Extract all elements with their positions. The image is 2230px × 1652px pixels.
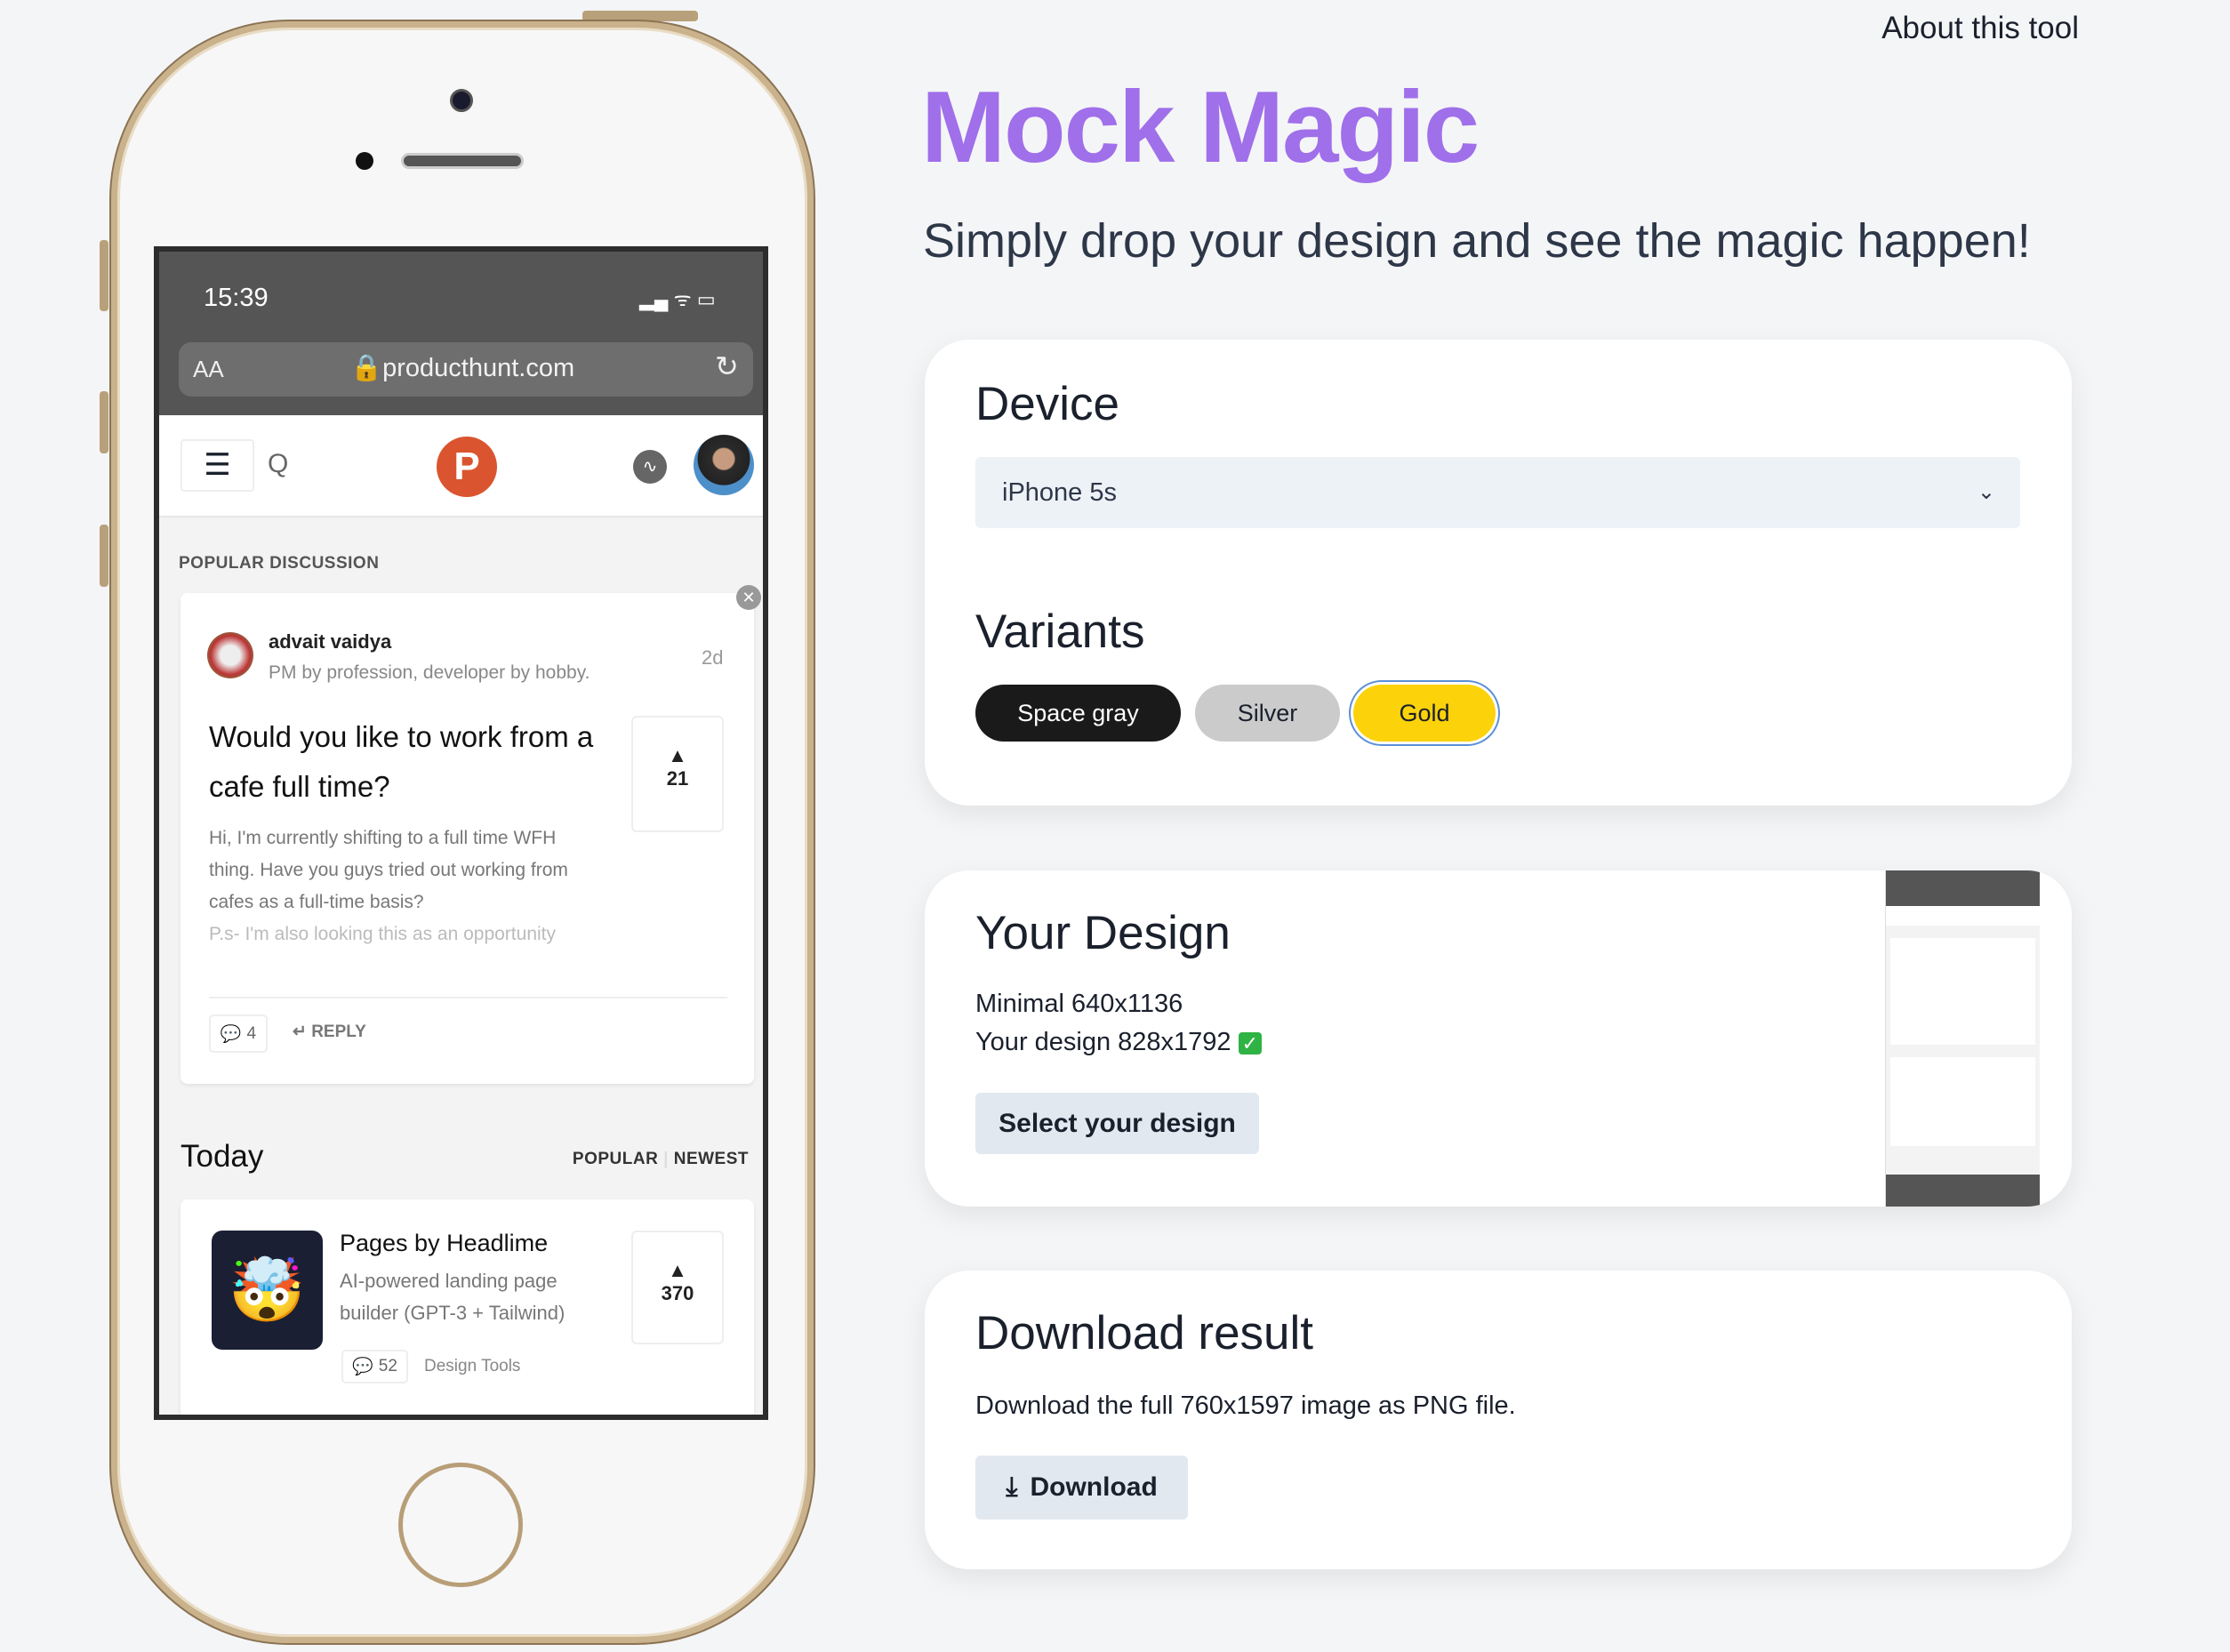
- upvote-arrow-icon: ▲: [668, 744, 687, 766]
- device-card: Device iPhone 5s ⌄ Variants Space gray Si…: [925, 340, 2072, 806]
- comment-icon: 💬: [352, 1358, 373, 1376]
- design-preview-thumbnail: [1885, 870, 2040, 1207]
- url: producthunt.com: [382, 354, 575, 382]
- upvote-button[interactable]: ▲ 21: [631, 716, 724, 832]
- product-description: AI-powered landing page builder (GPT-3 + …: [340, 1265, 565, 1329]
- comment-count: 4: [246, 1023, 257, 1043]
- upvote-arrow-icon: ▲: [668, 1259, 687, 1281]
- volume-up-button: [100, 391, 108, 453]
- select-design-button[interactable]: Select your design: [975, 1093, 1259, 1154]
- product-name[interactable]: Pages by Headlime: [340, 1230, 548, 1257]
- device-select[interactable]: iPhone 5s ⌄: [975, 457, 2020, 528]
- download-description: Download the full 760x1597 image as PNG …: [975, 1391, 1516, 1420]
- download-button[interactable]: ⤓ Download: [975, 1456, 1188, 1520]
- device-heading: Device: [975, 378, 1120, 430]
- product-topic[interactable]: Design Tools: [424, 1357, 520, 1376]
- tab-popular[interactable]: POPULAR: [573, 1150, 658, 1168]
- discussion-title[interactable]: Would you like to work from a cafe full …: [209, 712, 609, 812]
- author-avatar: [207, 632, 253, 678]
- signal-wifi-battery-icon: ▂▄ ᯤ ▭: [639, 288, 716, 310]
- product-upvote-button[interactable]: ▲ 370: [631, 1231, 724, 1344]
- author-name[interactable]: advait vaidya: [269, 630, 391, 654]
- user-avatar[interactable]: [694, 435, 754, 495]
- body-line: P.s- I'm also looking this as an opportu…: [209, 924, 556, 944]
- comment-icon: 💬: [220, 1024, 242, 1044]
- url-text: 🔒producthunt.com: [350, 353, 574, 383]
- power-button: [582, 11, 698, 21]
- selected-device: iPhone 5s: [1002, 478, 1117, 507]
- reply-icon: ↵: [293, 1022, 312, 1041]
- sensor: [356, 152, 373, 170]
- design-card: Your Design Minimal 640x1136 Your design…: [925, 870, 2072, 1207]
- speaker-grille: [401, 153, 524, 169]
- sort-tabs: POPULAR | NEWEST: [572, 1150, 749, 1168]
- tab-newest[interactable]: NEWEST: [674, 1150, 749, 1168]
- product-comments-button[interactable]: 💬 52: [341, 1350, 408, 1383]
- front-camera: [450, 89, 473, 112]
- divider: [209, 997, 727, 998]
- mute-switch: [100, 240, 108, 311]
- reload-icon[interactable]: ↻: [715, 349, 739, 383]
- phone-screen: 15:39 ▂▄ ᯤ ▭ AA 🔒producthunt.com ↻ ☰ Q P…: [154, 246, 768, 1420]
- desc-line: AI-powered landing page: [340, 1270, 558, 1292]
- page-title: Mock Magic: [921, 71, 1480, 184]
- body-line: Hi, I'm currently shifting to a full tim…: [209, 828, 557, 848]
- discussion-body: Hi, I'm currently shifting to a full tim…: [209, 822, 568, 950]
- text-size-button[interactable]: AA: [193, 356, 224, 383]
- post-age: 2d: [702, 646, 724, 669]
- body-line: thing. Have you guys tried out working f…: [209, 860, 568, 880]
- comments-button[interactable]: 💬 4: [209, 1014, 268, 1053]
- minimal-size: Minimal 640x1136: [975, 990, 1183, 1018]
- product-thumbnail: 🤯: [212, 1231, 323, 1350]
- design-size: Your design 828x1792 ✓: [975, 1028, 1263, 1057]
- about-link[interactable]: About this tool: [1881, 11, 2079, 46]
- reply-label: REPLY: [311, 1022, 366, 1041]
- lock-icon: 🔒: [350, 354, 383, 382]
- reply-button[interactable]: ↵ REPLY: [293, 1022, 366, 1042]
- download-card: Download result Download the full 760x15…: [925, 1271, 2072, 1569]
- check-icon: ✓: [1238, 1032, 1263, 1055]
- comment-count: 52: [378, 1357, 397, 1375]
- download-heading: Download result: [975, 1307, 1314, 1359]
- volume-down-button: [100, 525, 108, 587]
- producthunt-logo[interactable]: P: [437, 437, 497, 497]
- design-heading: Your Design: [975, 907, 1231, 959]
- home-button: [398, 1463, 523, 1587]
- body-line: cafes as a full-time basis?: [209, 892, 424, 912]
- variant-space-gray-button[interactable]: Space gray: [975, 685, 1181, 742]
- section-label: POPULAR DISCUSSION: [179, 554, 380, 573]
- today-heading: Today: [180, 1139, 264, 1174]
- activity-icon[interactable]: ∿: [633, 450, 667, 484]
- status-time: 15:39: [204, 284, 269, 312]
- design-size-text: Your design 828x1792: [975, 1028, 1231, 1056]
- search-icon[interactable]: Q: [268, 449, 288, 479]
- variant-gold-button[interactable]: Gold: [1353, 685, 1496, 742]
- close-icon[interactable]: ✕: [736, 585, 761, 610]
- page-subtitle: Simply drop your design and see the magi…: [923, 214, 2031, 268]
- variant-silver-button[interactable]: Silver: [1195, 685, 1340, 742]
- variants-heading: Variants: [975, 605, 1145, 658]
- vote-count: 21: [666, 767, 689, 790]
- chevron-down-icon: ⌄: [1977, 480, 1995, 504]
- download-label: Download: [1030, 1472, 1158, 1502]
- menu-icon[interactable]: ☰: [180, 439, 254, 492]
- download-icon: ⤓: [1006, 1472, 1018, 1502]
- vote-count: 370: [661, 1282, 694, 1304]
- author-tagline: PM by profession, developer by hobby.: [269, 662, 590, 683]
- desc-line: builder (GPT-3 + Tailwind): [340, 1302, 566, 1324]
